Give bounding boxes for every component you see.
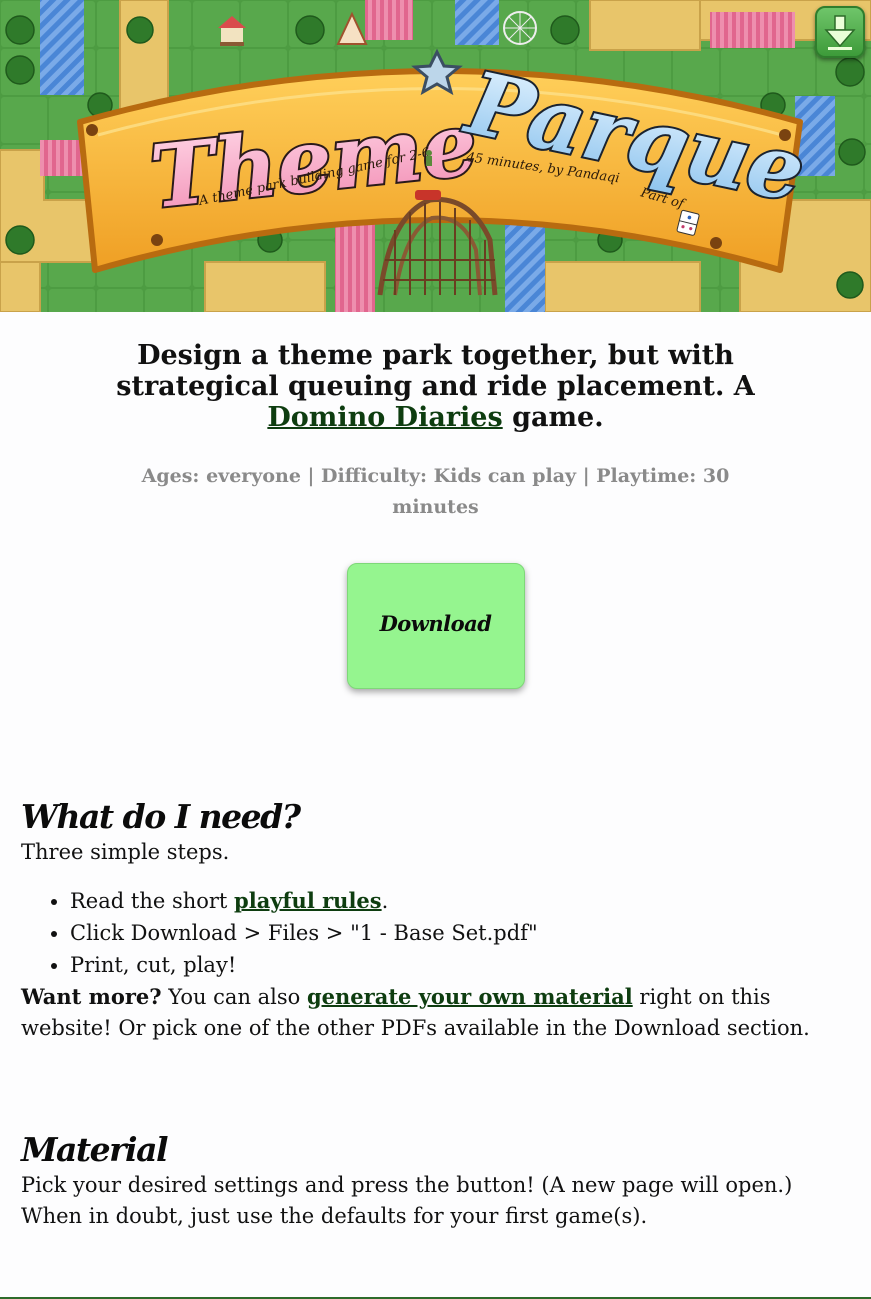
- header-banner: Theme Parque A theme park building game …: [0, 0, 871, 312]
- domino-diaries-link[interactable]: Domino Diaries: [267, 402, 502, 433]
- game-meta-info: Ages: everyone | Difficulty: Kids can pl…: [141, 465, 730, 518]
- want-more-paragraph: Want more? You can also generate your ow…: [21, 981, 850, 1044]
- material-intro-text: Pick your desired settings and press the…: [21, 1173, 793, 1228]
- tagline: Design a theme park together, but with s…: [76, 340, 796, 433]
- person-icon: [426, 150, 432, 166]
- ferris-wheel-icon: [503, 11, 537, 45]
- want-more-text: You can also: [161, 985, 307, 1009]
- list-item: Click Download > Files > "1 - Base Set.p…: [70, 917, 850, 949]
- steps-intro-text: Three simple steps.: [21, 840, 230, 864]
- steps-list: Read the short playful rules. Click Down…: [21, 885, 850, 981]
- tagline-text-after: game.: [502, 402, 604, 433]
- material-section: Material Pick your desired settings and …: [0, 1130, 871, 1232]
- step-text: Read the short: [70, 889, 235, 913]
- banner-illustration: Theme Parque A theme park building game …: [0, 0, 871, 312]
- list-item: Read the short playful rules.: [70, 885, 850, 917]
- step-text-end: .: [381, 889, 389, 913]
- tagline-text-before: Design a theme park together, but with s…: [116, 340, 755, 402]
- list-item: Print, cut, play!: [70, 949, 850, 981]
- want-more-label: Want more?: [21, 984, 162, 1009]
- main-content: Design a theme park together, but with s…: [0, 312, 871, 1232]
- generate-material-link[interactable]: generate your own material: [307, 984, 633, 1009]
- playful-rules-link[interactable]: playful rules: [234, 888, 382, 913]
- material-heading: Material: [21, 1130, 169, 1169]
- what-do-i-need-heading: What do I need?: [21, 797, 301, 836]
- download-button[interactable]: Download: [346, 563, 525, 689]
- corner-download-button[interactable]: [815, 6, 865, 58]
- download-arrow-icon: [824, 15, 856, 50]
- download-button-wrap: Download: [0, 563, 871, 689]
- what-do-i-need-section: What do I need? Three simple steps. Read…: [0, 797, 871, 1044]
